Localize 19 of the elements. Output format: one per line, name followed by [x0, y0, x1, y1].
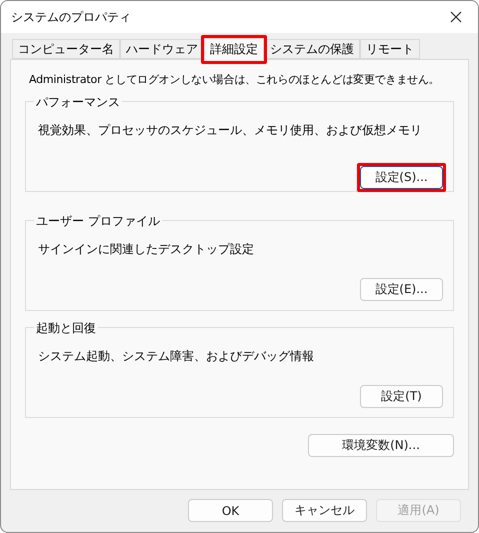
group-title: 起動と回復	[34, 320, 98, 337]
group-description: サインインに関連したデスクトップ設定	[38, 241, 255, 258]
window-title: システムのプロパティ	[11, 8, 131, 26]
dialog-button[interactable]: OK	[188, 499, 273, 522]
group-title: ユーザー プロファイル	[34, 213, 162, 230]
settings-button[interactable]: 設定(T)	[360, 385, 443, 408]
settings-button[interactable]: 設定(S)...	[360, 166, 443, 189]
tab[interactable]: リモート	[360, 39, 420, 59]
environment-variables-button[interactable]: 環境変数(N)...	[308, 434, 454, 457]
group-description: システム起動、システム障害、およびデバッグ情報	[38, 348, 315, 365]
dialog-button[interactable]: キャンセル	[282, 499, 367, 522]
settings-button[interactable]: 設定(E)...	[360, 278, 443, 301]
notice-text: Administrator としてログオンしない場合は、これらのほとんどは変更できません。	[28, 72, 440, 87]
tab[interactable]: コンピューター名	[12, 39, 120, 59]
close-icon	[450, 11, 462, 23]
group-description: 視覚効果、プロセッサのスケジュール、メモリ使用、および仮想メモリ	[38, 122, 423, 139]
highlight-frame	[201, 35, 267, 64]
tab[interactable]: システムの保護	[264, 39, 360, 59]
tab[interactable]: ハードウェア	[120, 39, 204, 59]
